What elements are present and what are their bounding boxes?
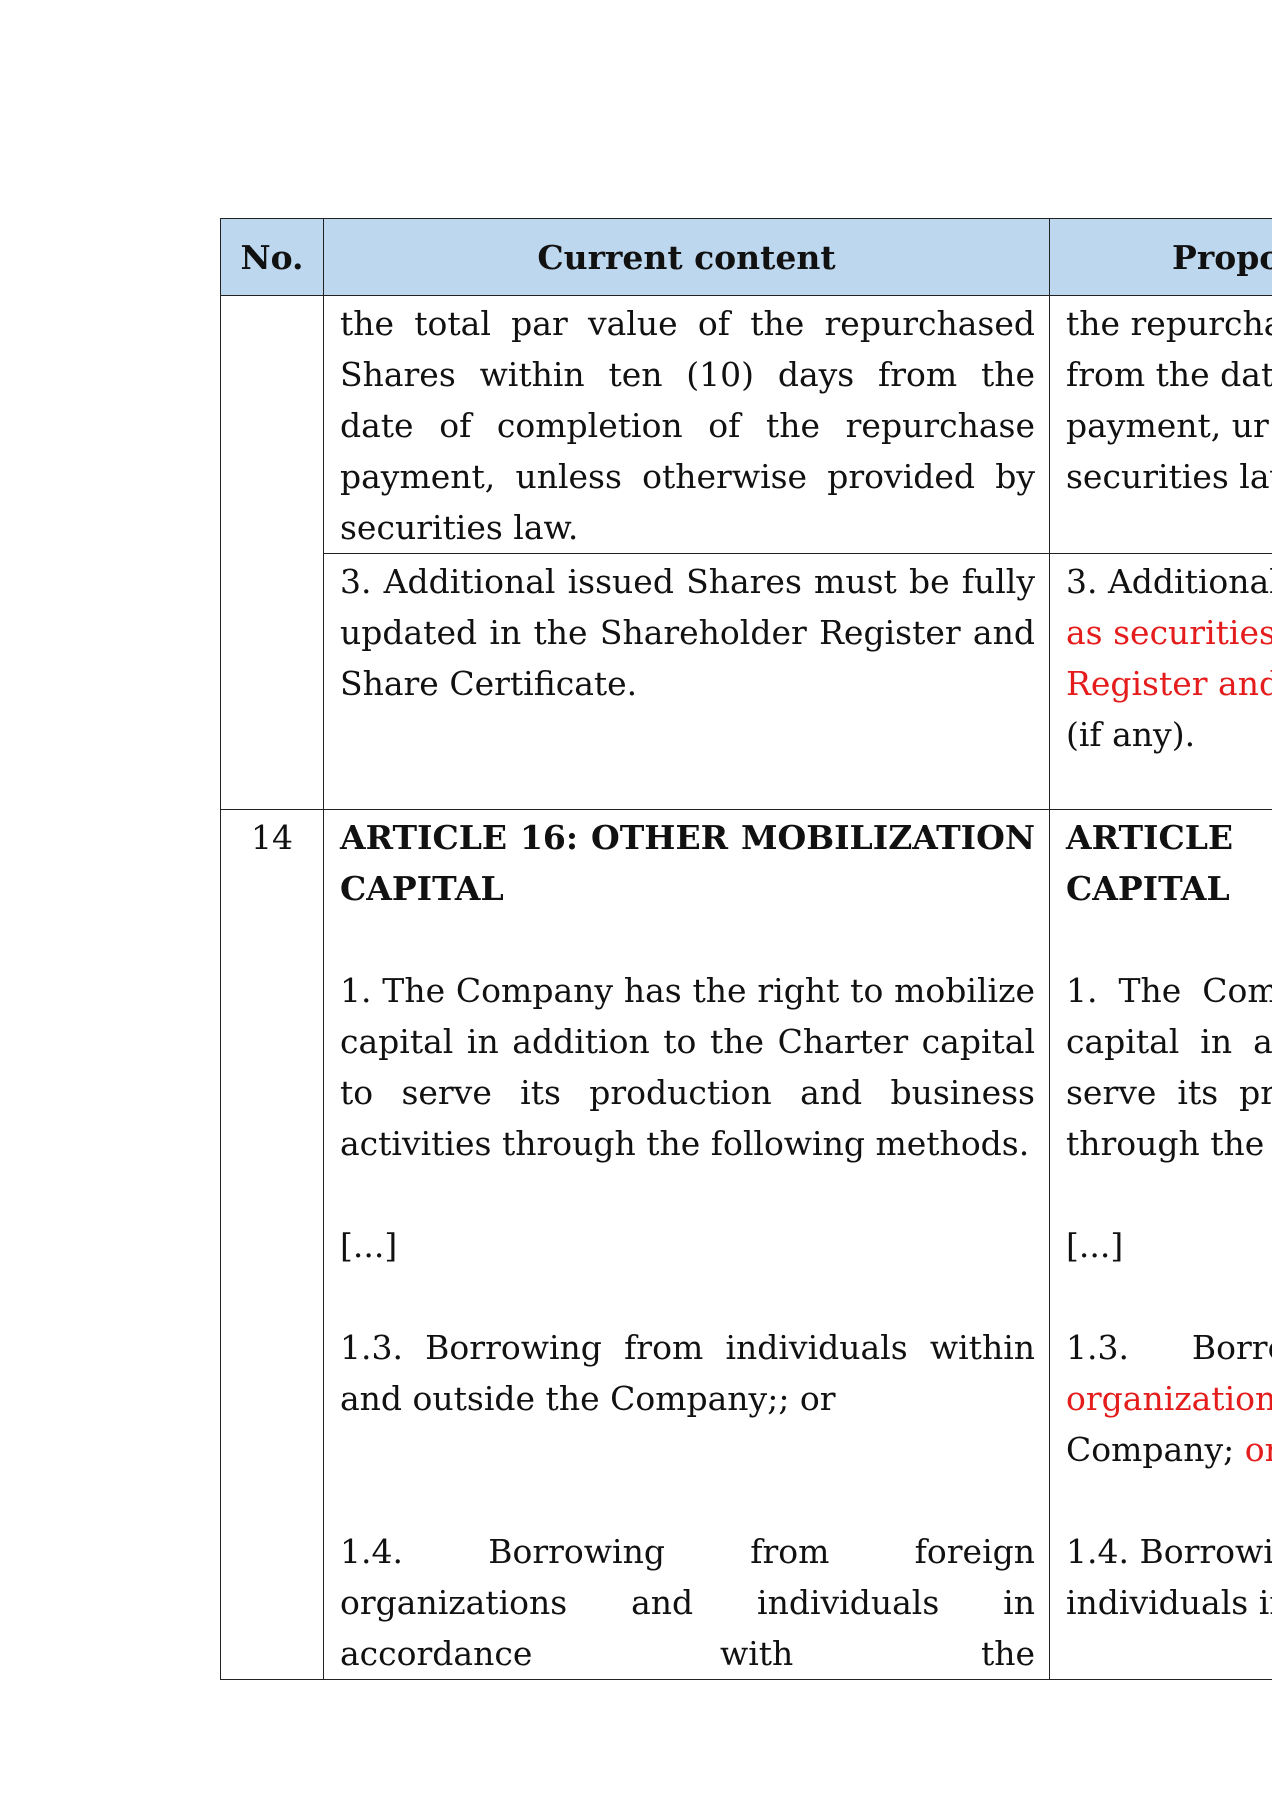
table-row: 14 ARTICLE 16: OTHER MOBILIZATION CAPITA… — [220, 809, 1272, 1680]
proposed-line: individuals in — [1066, 1583, 1272, 1622]
proposed-line: serve its pro — [1066, 1073, 1272, 1112]
article-title: ARTICLE 16: OTHER MOBILIZATION CAPITAL — [340, 818, 1035, 908]
header-no: No. — [220, 218, 324, 296]
proposed-line: (if any). — [1066, 715, 1196, 754]
proposed-line: through the fo — [1066, 1124, 1272, 1163]
row-number-cell: 14 — [220, 809, 324, 1680]
current-paragraph: 1.3. Borrowing from individuals within a… — [340, 1328, 1035, 1418]
proposed-line: the repurcha — [1066, 304, 1272, 343]
current-paragraph: [...] — [340, 1226, 398, 1265]
proposed-line: Company; or — [1066, 1424, 1272, 1475]
proposed-line: [...] — [1066, 1226, 1124, 1265]
proposed-content-cell: 3. Additional as securities a Register a… — [1049, 553, 1272, 810]
current-content-cell: 3. Additional issued Shares must be full… — [323, 553, 1050, 810]
header-proposed-content: Propo — [1049, 218, 1272, 296]
current-paragraph: 1. The Company has the right to mobilize… — [340, 971, 1035, 1163]
table-row: the total par value of the repurchased S… — [220, 295, 1272, 810]
proposed-article-title: ARTICLE 1 — [1066, 818, 1234, 857]
table-row: 3. Additional issued Shares must be full… — [221, 553, 1272, 810]
proposed-line: payment, ur — [1066, 406, 1269, 445]
current-paragraph: 1.4. Borrowing from foreign organization… — [340, 1532, 1035, 1673]
proposed-line: 3. Additional — [1066, 562, 1272, 601]
proposed-text-amended: or — [1244, 1430, 1272, 1469]
proposed-content-cell: the repurcha from the date payment, ur s… — [1049, 295, 1272, 554]
proposed-line: capital in ad — [1066, 1022, 1272, 1061]
page: No. Current content Propo the total par … — [0, 0, 1272, 1800]
proposed-line-amended: organizations — [1066, 1379, 1272, 1418]
proposed-line: from the date — [1066, 355, 1272, 394]
current-paragraph: 3. Additional issued Shares must be full… — [340, 562, 1035, 703]
proposed-content-cell: ARTICLE 1 CAPITAL 1. The Comp capital in… — [1049, 809, 1272, 1680]
proposed-line: 1.3. Borrov — [1066, 1328, 1272, 1367]
proposed-text: Company; — [1066, 1430, 1245, 1469]
proposed-line: securities law — [1066, 457, 1272, 496]
current-paragraph: the total par value of the repurchased S… — [340, 304, 1035, 547]
proposed-line-amended: as securities a — [1066, 613, 1272, 652]
current-content-cell: the total par value of the repurchased S… — [323, 295, 1050, 554]
proposed-line-amended: Register and t — [1066, 664, 1272, 703]
proposed-article-title: CAPITAL — [1066, 869, 1230, 908]
proposed-line: 1.4. Borrowin — [1066, 1532, 1272, 1571]
header-current-content: Current content — [323, 218, 1050, 296]
comparison-table: No. Current content Propo the total par … — [220, 218, 1272, 1680]
current-content-cell: ARTICLE 16: OTHER MOBILIZATION CAPITAL 1… — [323, 809, 1050, 1680]
proposed-line: 1. The Comp — [1066, 971, 1272, 1010]
table-header-row: No. Current content Propo — [220, 218, 1272, 296]
row-number-cell — [220, 295, 324, 810]
